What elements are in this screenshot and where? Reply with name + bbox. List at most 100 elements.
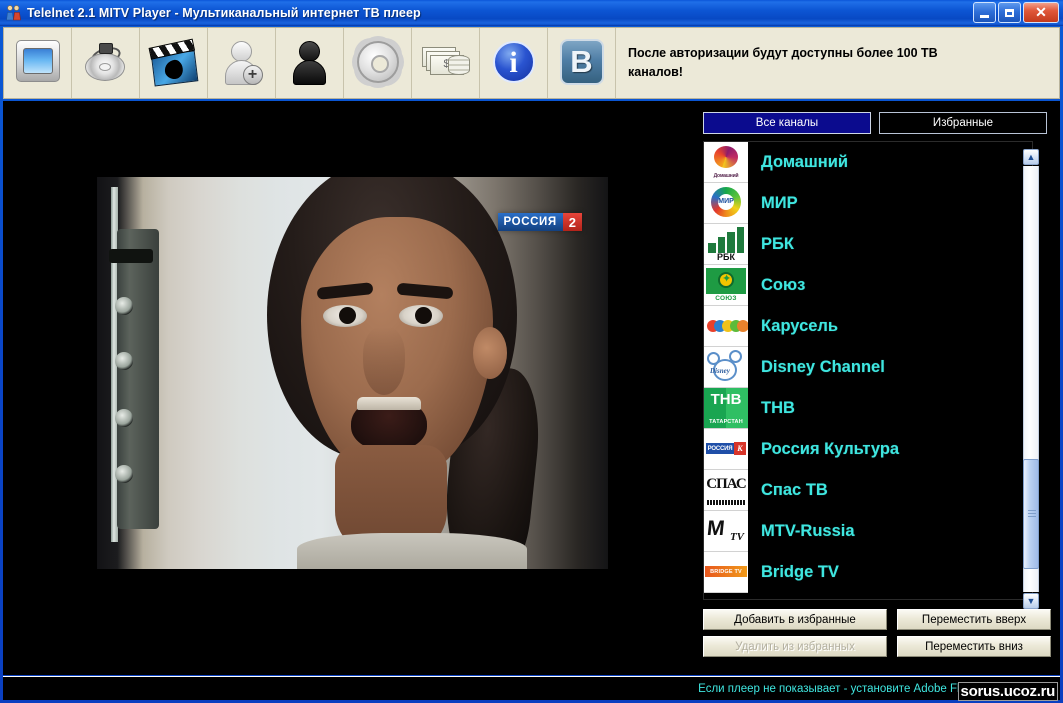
logo-text: РОССИЯ bbox=[706, 443, 734, 454]
spas-logo: СПАС bbox=[704, 470, 748, 511]
vk-button[interactable]: В bbox=[548, 28, 616, 98]
disc-button[interactable] bbox=[72, 28, 140, 98]
soyuz-logo: СОЮЗ bbox=[704, 265, 748, 306]
rbk-logo: РБК bbox=[704, 224, 748, 265]
list-item[interactable]: РОССИЯ К Россия Культура bbox=[704, 429, 1032, 470]
move-down-button[interactable]: Переместить вниз bbox=[897, 636, 1051, 657]
minimize-icon bbox=[980, 14, 989, 18]
logo-text: ТНВ bbox=[710, 391, 742, 408]
minimize-button[interactable] bbox=[973, 2, 996, 23]
logo-text: Disney bbox=[710, 367, 730, 375]
add-to-favorites-button[interactable]: Добавить в избранные bbox=[703, 609, 887, 630]
channel-name: Спас ТВ bbox=[761, 481, 828, 499]
logo-text: СПАС bbox=[706, 476, 746, 492]
maximize-icon bbox=[1005, 8, 1014, 17]
logo-text: МИР bbox=[718, 198, 734, 205]
disney-logo: Disney bbox=[704, 347, 748, 388]
channel-name: Карусель bbox=[761, 317, 839, 335]
title-bar: Telelnet 2.1 MITV Player - Мультиканальн… bbox=[0, 0, 1063, 26]
karusel-logo bbox=[704, 306, 748, 347]
watermark: sorus.ucoz.ru bbox=[957, 682, 1058, 701]
chevron-down-icon: ▼ bbox=[1026, 596, 1036, 606]
user-button[interactable] bbox=[276, 28, 344, 98]
disc-icon bbox=[78, 35, 134, 91]
logo-subtext: ТАТАРСТАН bbox=[709, 419, 743, 425]
channel-name: Союз bbox=[761, 276, 806, 294]
bridgetv-logo: BRIDGE TV bbox=[704, 552, 748, 593]
user-add-icon: + bbox=[214, 35, 270, 91]
kultura-logo: РОССИЯ К bbox=[704, 429, 748, 470]
move-up-button[interactable]: Переместить вверх bbox=[897, 609, 1051, 630]
list-item[interactable]: СОЮЗ Союз bbox=[704, 265, 1032, 306]
money-icon bbox=[418, 35, 474, 91]
user-icon bbox=[282, 35, 338, 91]
toolbar-note: После авторизации будут доступны более 1… bbox=[628, 46, 938, 79]
list-item[interactable]: РБК РБК bbox=[704, 224, 1032, 265]
video-area[interactable]: РОССИЯ 2 bbox=[3, 101, 689, 675]
tnv-logo: ТНВ ТАТАРСТАН bbox=[704, 388, 748, 429]
clapboard-icon bbox=[146, 35, 202, 91]
add-user-button[interactable]: + bbox=[208, 28, 276, 98]
channel-name: MTV-Russia bbox=[761, 522, 855, 540]
mir-logo: МИР bbox=[704, 183, 748, 224]
channel-name: Disney Channel bbox=[761, 358, 885, 376]
list-item[interactable]: ТНВ ТАТАРСТАН ТНВ bbox=[704, 388, 1032, 429]
channel-name: РБК bbox=[761, 235, 794, 253]
chevron-up-icon: ▲ bbox=[1026, 152, 1036, 162]
list-item[interactable]: BRIDGE TV Bridge TV bbox=[704, 552, 1032, 593]
toolbar: + i bbox=[3, 27, 1060, 99]
logo-text: РБК bbox=[717, 252, 735, 262]
maximize-button[interactable] bbox=[998, 2, 1021, 23]
tab-favorites[interactable]: Избранные bbox=[879, 112, 1047, 134]
window-controls: ✕ bbox=[973, 2, 1059, 23]
main-body: РОССИЯ 2 Все каналы Избранные Домашний Д… bbox=[3, 101, 1060, 675]
remove-from-favorites-button[interactable]: Удалить из избранных bbox=[703, 636, 887, 657]
list-item[interactable]: Домашний Домашний bbox=[704, 142, 1032, 183]
tab-all-channels[interactable]: Все каналы bbox=[703, 112, 871, 134]
list-item[interactable]: Disney Disney Channel bbox=[704, 347, 1032, 388]
close-icon: ✕ bbox=[1035, 4, 1047, 20]
clapboard-button[interactable] bbox=[140, 28, 208, 98]
channel-tabs: Все каналы Избранные bbox=[703, 112, 1047, 134]
logo-text: СОЮЗ bbox=[715, 295, 737, 302]
gear-icon bbox=[350, 35, 406, 91]
channel-list[interactable]: Домашний Домашний МИР МИР РБК РБК ✦ СОЮЗ… bbox=[703, 141, 1033, 600]
monitor-icon bbox=[10, 35, 66, 91]
broadcast-logo-number: 2 bbox=[562, 213, 582, 231]
video-equipment bbox=[103, 187, 159, 557]
video-player[interactable]: РОССИЯ 2 bbox=[97, 177, 608, 569]
list-item[interactable]: M TV MTV-Russia bbox=[704, 511, 1032, 552]
mtv-logo: M TV bbox=[704, 511, 748, 552]
app-icon bbox=[5, 4, 22, 21]
action-buttons: Добавить в избранные Переместить вверх У… bbox=[703, 609, 1051, 663]
info-icon: i bbox=[486, 35, 542, 91]
scrollbar-thumb[interactable] bbox=[1023, 459, 1039, 569]
status-bar: Если плеер не показывает - установите Ad… bbox=[3, 676, 1060, 701]
logo-text: M bbox=[705, 517, 724, 540]
logo-text: BRIDGE TV bbox=[705, 566, 747, 577]
channel-list-scrollbar[interactable]: ▲ ▼ bbox=[1022, 149, 1040, 609]
channel-name: МИР bbox=[761, 194, 798, 212]
scroll-up-button[interactable]: ▲ bbox=[1023, 149, 1039, 165]
domashniy-logo: Домашний bbox=[704, 142, 748, 183]
broadcast-channel-logo: РОССИЯ 2 bbox=[497, 213, 582, 231]
close-button[interactable]: ✕ bbox=[1023, 2, 1059, 23]
scroll-down-button[interactable]: ▼ bbox=[1023, 593, 1039, 609]
vk-icon: В bbox=[554, 35, 610, 91]
logo-subtext: К bbox=[734, 442, 746, 455]
info-button[interactable]: i bbox=[480, 28, 548, 98]
list-item[interactable]: Карусель bbox=[704, 306, 1032, 347]
logo-subtext: TV bbox=[729, 531, 744, 543]
channel-name: Россия Культура bbox=[761, 440, 900, 458]
broadcast-logo-name: РОССИЯ bbox=[497, 213, 563, 231]
channel-name: ТНВ bbox=[761, 399, 795, 417]
list-item[interactable]: МИР МИР bbox=[704, 183, 1032, 224]
window-title: Telelnet 2.1 MITV Player - Мультиканальн… bbox=[27, 5, 421, 20]
logo-text: Домашний bbox=[713, 173, 739, 179]
settings-button[interactable] bbox=[344, 28, 412, 98]
monitor-button[interactable] bbox=[4, 28, 72, 98]
channel-name: Домашний bbox=[761, 153, 848, 171]
payment-button[interactable] bbox=[412, 28, 480, 98]
app-window: Telelnet 2.1 MITV Player - Мультиканальн… bbox=[0, 0, 1063, 703]
list-item[interactable]: СПАС Спас ТВ bbox=[704, 470, 1032, 511]
